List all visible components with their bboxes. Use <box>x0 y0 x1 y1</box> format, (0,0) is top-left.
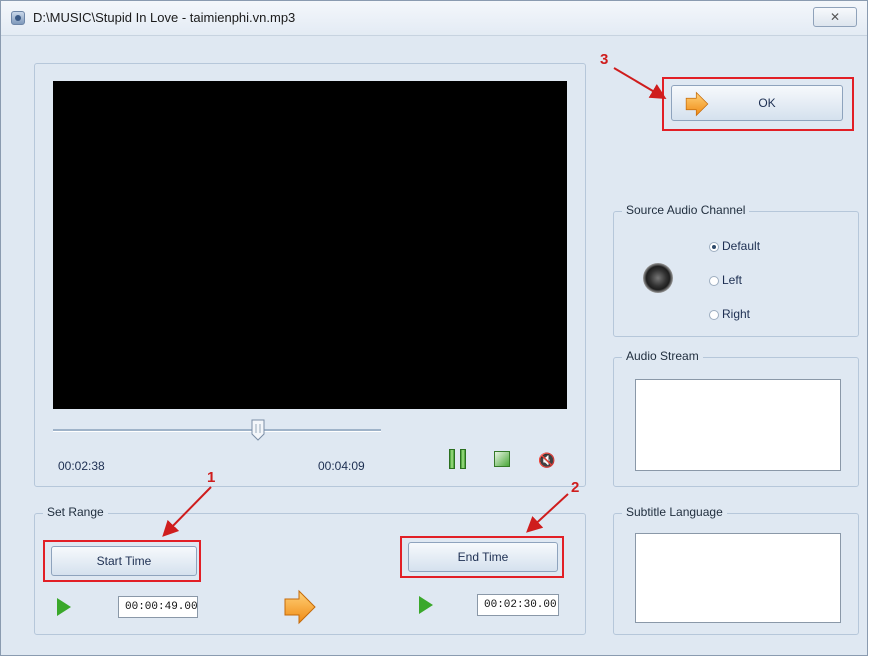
annotation-arrows <box>162 67 667 537</box>
annotation-arrow-2 <box>526 493 569 533</box>
annotation-number-1: 1 <box>207 469 216 486</box>
annotation-number-2: 2 <box>571 479 580 496</box>
annotation-arrow-1 <box>162 486 212 537</box>
annotation-arrow-3 <box>613 67 667 100</box>
dialog-window: D:\MUSIC\Stupid In Love - taimienphi.vn.… <box>0 0 868 656</box>
annotation-number-3: 3 <box>600 51 609 68</box>
